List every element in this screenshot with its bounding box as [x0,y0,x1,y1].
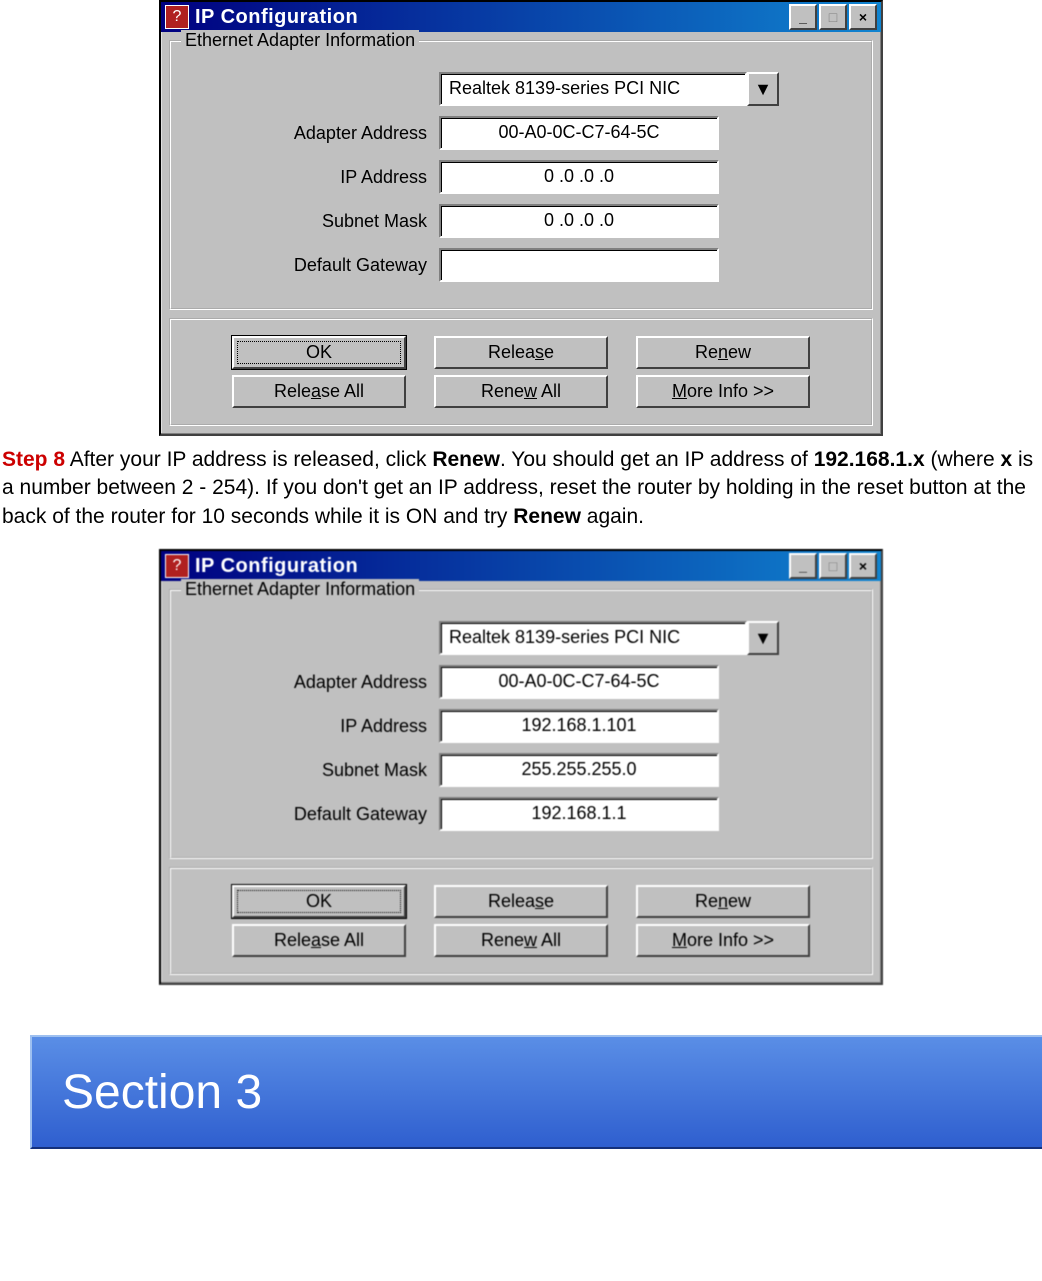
step-label: Step 8 [2,448,65,471]
adapter-select-value: Realtek 8139-series PCI NIC [439,621,747,655]
window-title: IP Configuration [195,555,789,578]
label-ip-address: IP Address [187,716,439,737]
app-icon: ? [165,5,189,29]
close-icon[interactable]: × [849,553,877,579]
adapter-select[interactable]: Realtek 8139-series PCI NIC ▼ [439,621,779,655]
value-ip-address: 0 .0 .0 .0 [439,160,719,194]
ok-button[interactable]: OK [232,885,406,918]
value-adapter-address: 00-A0-0C-C7-64-5C [439,116,719,150]
chevron-down-icon[interactable]: ▼ [747,72,779,106]
close-icon[interactable]: × [849,4,877,30]
release-button[interactable]: Release [434,885,608,918]
more-info-button[interactable]: More Info >> [636,375,810,408]
step-8-instructions: Step 8 After your IP address is released… [0,446,1042,549]
maximize-icon: □ [819,553,847,579]
titlebar[interactable]: ? IP Configuration _ □ × [161,2,881,32]
adapter-info-group: Ethernet Adapter Information Realtek 813… [169,40,873,310]
minimize-icon[interactable]: _ [789,553,817,579]
release-all-button[interactable]: Release All [232,924,406,957]
renew-button[interactable]: Renew [636,885,810,918]
label-default-gateway: Default Gateway [187,804,439,825]
maximize-icon: □ [819,4,847,30]
label-ip-address: IP Address [187,167,439,188]
value-subnet-mask: 0 .0 .0 .0 [439,204,719,238]
app-icon: ? [165,554,189,578]
section-3-banner: Section 3 [30,1035,1042,1149]
value-subnet-mask: 255.255.255.0 [439,753,719,787]
renew-all-button[interactable]: Renew All [434,375,608,408]
release-all-button[interactable]: Release All [232,375,406,408]
value-ip-address: 192.168.1.101 [439,709,719,743]
ip-config-dialog-1: ? IP Configuration _ □ × Ethernet Adapte… [159,0,883,436]
value-adapter-address: 00-A0-0C-C7-64-5C [439,665,719,699]
label-subnet-mask: Subnet Mask [187,760,439,781]
adapter-info-group: Ethernet Adapter Information Realtek 813… [169,589,873,859]
titlebar[interactable]: ? IP Configuration _ □ × [161,551,881,581]
more-info-button[interactable]: More Info >> [636,924,810,957]
groupbox-title: Ethernet Adapter Information [181,30,419,51]
button-panel: OK Release Renew Release All Renew All M… [169,318,873,426]
minimize-icon[interactable]: _ [789,4,817,30]
groupbox-title: Ethernet Adapter Information [181,579,419,600]
renew-all-button[interactable]: Renew All [434,924,608,957]
adapter-select[interactable]: Realtek 8139-series PCI NIC ▼ [439,72,779,106]
value-default-gateway [439,248,719,282]
ok-button[interactable]: OK [232,336,406,369]
adapter-select-value: Realtek 8139-series PCI NIC [439,72,747,106]
label-adapter-address: Adapter Address [187,672,439,693]
chevron-down-icon[interactable]: ▼ [747,621,779,655]
ip-config-dialog-2: ? IP Configuration _ □ × Ethernet Adapte… [159,549,883,985]
renew-button[interactable]: Renew [636,336,810,369]
release-button[interactable]: Release [434,336,608,369]
label-adapter-address: Adapter Address [187,123,439,144]
button-panel: OK Release Renew Release All Renew All M… [169,867,873,975]
window-title: IP Configuration [195,6,789,29]
label-default-gateway: Default Gateway [187,255,439,276]
value-default-gateway: 192.168.1.1 [439,797,719,831]
label-subnet-mask: Subnet Mask [187,211,439,232]
